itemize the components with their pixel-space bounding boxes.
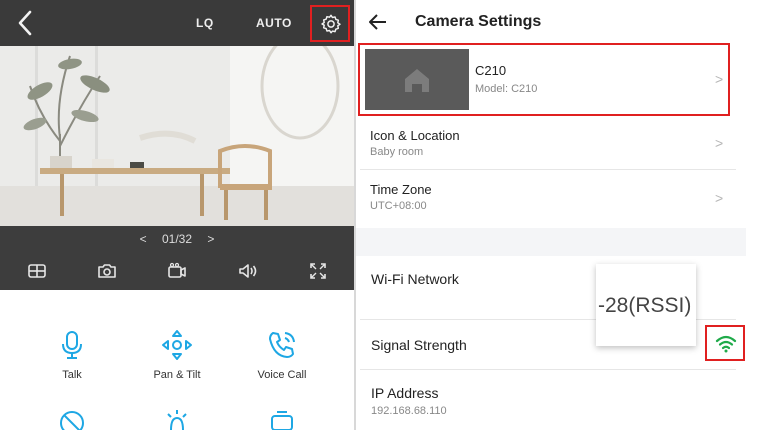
camera-info-card[interactable]: C210 Model: C210 > (358, 43, 730, 116)
playback-icon[interactable] (267, 408, 297, 430)
chevron-right-icon: > (715, 190, 724, 206)
camera-name: C210 (475, 63, 507, 78)
voice-call-label: Voice Call (257, 369, 307, 381)
icon-location-value: Baby room (370, 146, 424, 158)
wifi-network-title: Wi-Fi Network (371, 271, 459, 287)
pan-tilt-label: Pan & Tilt (153, 369, 201, 381)
time-zone-row[interactable]: Time Zone UTC+08:00 > (360, 170, 736, 226)
room-scene-image (0, 46, 354, 226)
back-arrow-icon[interactable] (12, 9, 38, 37)
home-icon (405, 69, 429, 92)
pager-prev-button[interactable]: < (140, 232, 147, 246)
camera-model: Model: C210 (475, 83, 538, 95)
voice-call-button[interactable]: Voice Call (237, 328, 327, 381)
back-arrow-icon[interactable] (368, 13, 388, 31)
fullscreen-icon[interactable] (307, 260, 329, 282)
live-view-top-bar: LQ AUTO (0, 0, 354, 46)
channel-pager: < 01/32 > (0, 232, 354, 246)
ip-address-row: IP Address 192.168.68.110 (360, 370, 736, 430)
mode-toggle[interactable]: AUTO (256, 16, 292, 30)
split-view-icon[interactable] (26, 260, 48, 282)
ip-address-title: IP Address (371, 385, 439, 401)
live-view-panel: LQ AUTO < 01/32 > Talk Pan & Tilt Voice … (0, 0, 354, 430)
camera-thumbnail (365, 49, 469, 110)
pan-tilt-icon (162, 330, 192, 360)
playback-control-bar: < 01/32 > (0, 226, 354, 290)
chevron-right-icon: > (715, 135, 724, 151)
pager-position: 01/32 (161, 232, 193, 246)
signal-strength-title: Signal Strength (371, 337, 467, 353)
phone-call-icon (269, 332, 295, 358)
rssi-callout: -28(RSSI) (596, 264, 696, 346)
pager-next-button[interactable]: > (207, 232, 214, 246)
speaker-icon[interactable] (237, 260, 259, 282)
talk-label: Talk (62, 369, 82, 381)
camera-icon[interactable] (96, 260, 118, 282)
camera-settings-panel: Camera Settings C210 Model: C210 > Icon … (356, 0, 763, 430)
pan-tilt-button[interactable]: Pan & Tilt (132, 328, 222, 381)
wifi-icon (715, 335, 737, 353)
settings-button[interactable] (310, 5, 350, 42)
signal-indicator (705, 325, 745, 361)
time-zone-value: UTC+08:00 (370, 200, 427, 212)
section-gap (356, 228, 746, 256)
chevron-right-icon: > (715, 71, 724, 87)
alarm-icon[interactable] (162, 408, 192, 430)
talk-button[interactable]: Talk (27, 328, 117, 381)
time-zone-title: Time Zone (370, 182, 432, 197)
gear-icon (321, 14, 341, 34)
camera-actions: Talk Pan & Tilt Voice Call (0, 290, 354, 430)
icon-location-title: Icon & Location (370, 128, 460, 143)
record-icon[interactable] (166, 260, 188, 282)
camera-video-feed[interactable] (0, 46, 354, 226)
quality-toggle[interactable]: LQ (196, 16, 214, 30)
icon-location-row[interactable]: Icon & Location Baby room > (360, 118, 736, 170)
page-title: Camera Settings (415, 13, 542, 30)
ip-address-value: 192.168.68.110 (371, 405, 447, 417)
settings-header: Camera Settings (356, 0, 763, 44)
microphone-icon (62, 331, 82, 359)
privacy-mode-icon[interactable] (57, 408, 87, 430)
rssi-value: -28(RSSI) (598, 294, 692, 317)
